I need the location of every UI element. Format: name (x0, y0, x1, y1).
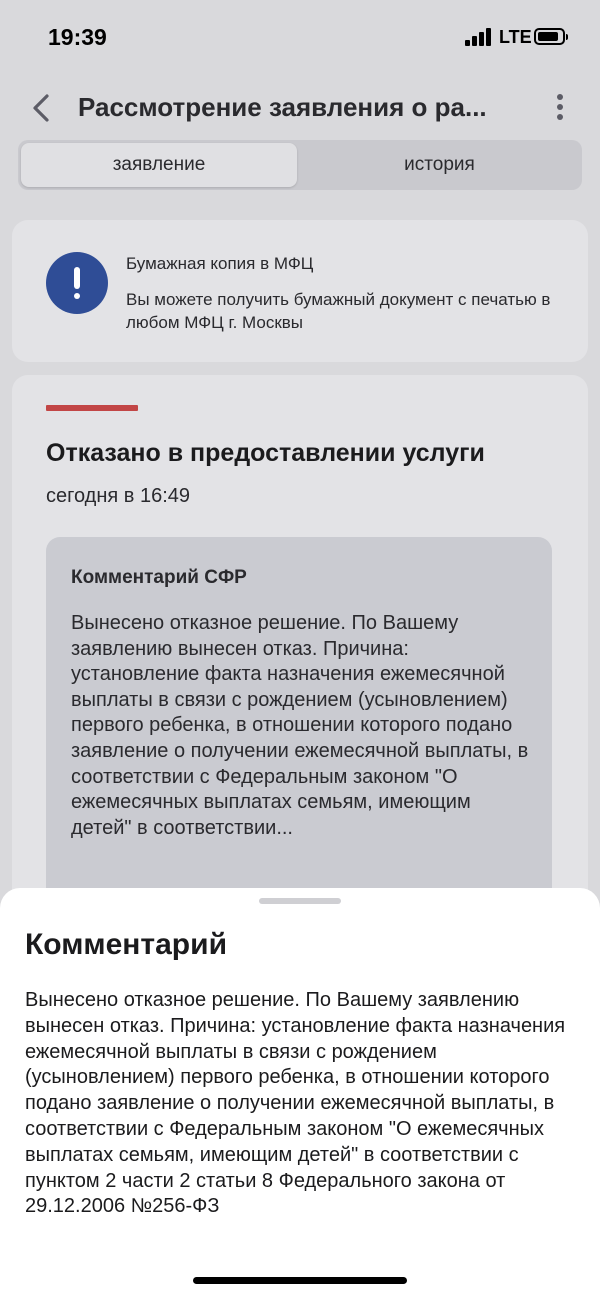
tab-application[interactable]: заявление (21, 143, 297, 187)
paper-copy-notice: Бумажная копия в МФЦ Вы можете получить … (12, 220, 588, 362)
status-date: сегодня в 16:49 (46, 485, 190, 507)
comment-bottom-sheet: Комментарий Вынесено отказное решение. П… (0, 888, 600, 1297)
status-card: Отказано в предоставлении услуги сегодня… (12, 375, 588, 997)
status-time: 19:39 (48, 24, 107, 50)
notice-text: Вы можете получить бумажный документ с п… (126, 290, 551, 332)
tab-history[interactable]: история (300, 143, 579, 187)
page-title: Рассмотрение заявления о ра... (78, 92, 487, 122)
sheet-title: Комментарий (25, 928, 228, 961)
app-header: Рассмотрение заявления о ра... (0, 80, 600, 136)
comment-text: Вынесено отказное решение. По Вашему зая… (71, 612, 529, 839)
signal-icon (465, 28, 493, 46)
home-indicator[interactable] (193, 1277, 407, 1284)
sheet-drag-handle[interactable] (259, 898, 341, 904)
comment-title: Комментарий СФР (71, 567, 247, 588)
status-title: Отказано в предоставлении услуги (46, 439, 485, 467)
exclamation-icon (46, 252, 108, 314)
chevron-left-icon[interactable] (28, 90, 56, 126)
status-accent-line (46, 405, 138, 411)
more-vertical-icon[interactable] (548, 92, 572, 122)
notice-title: Бумажная копия в МФЦ (126, 254, 314, 273)
status-bar: 19:39 LTE (0, 0, 600, 76)
network-type: LTE (499, 27, 532, 47)
segmented-tabs: заявление история (18, 140, 582, 190)
battery-icon (534, 28, 568, 45)
sheet-comment-text: Вынесено отказное решение. По Вашему зая… (25, 989, 566, 1218)
